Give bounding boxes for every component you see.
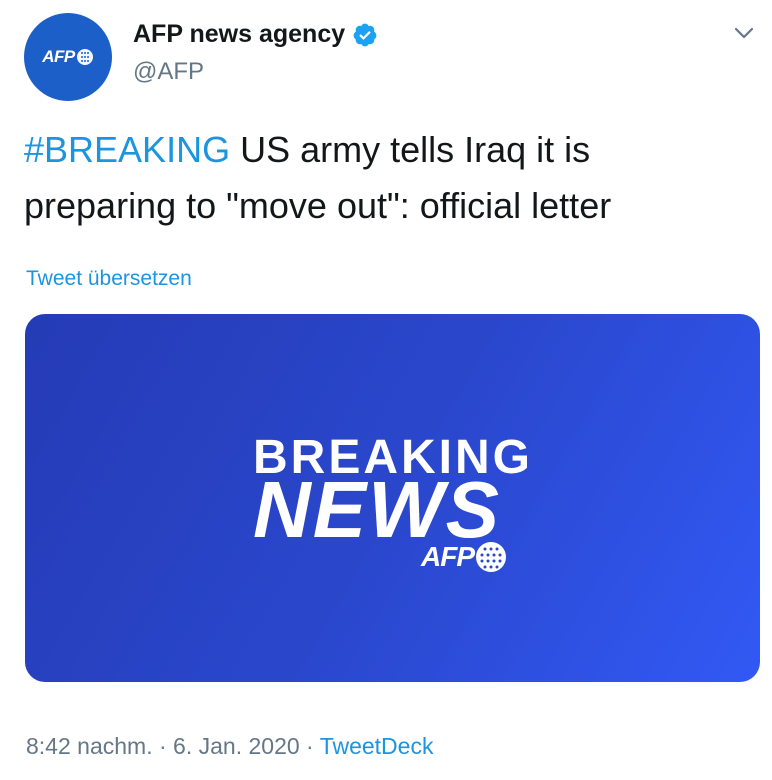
- avatar[interactable]: AFP: [24, 13, 112, 101]
- afp-globe-icon: [476, 542, 506, 572]
- author-name[interactable]: AFP news agency: [133, 20, 345, 49]
- verified-badge-icon: [352, 22, 378, 48]
- hashtag-link[interactable]: #BREAKING: [24, 129, 230, 170]
- breaking-news-graphic: BREAKING NEWS AFP: [25, 314, 760, 682]
- tweet-time[interactable]: 8:42 nachm.: [26, 733, 153, 759]
- translate-tweet-link[interactable]: Tweet übersetzen: [26, 267, 192, 291]
- meta-separator: ·: [299, 733, 320, 759]
- tweet-card: AFP AFP news agency @AFP #BREAKING US ar…: [0, 0, 772, 780]
- afp-globe-icon: [76, 49, 93, 65]
- avatar-logo-text: AFP: [42, 47, 75, 66]
- chevron-down-icon[interactable]: [730, 22, 758, 44]
- media-logo-text: AFP: [421, 541, 475, 572]
- author-handle[interactable]: @AFP: [133, 58, 204, 86]
- tweet-source-link[interactable]: TweetDeck: [320, 733, 434, 759]
- media-afp-logo: AFP: [421, 540, 508, 574]
- meta-separator: ·: [152, 733, 174, 759]
- media-line-news: NEWS: [253, 465, 501, 554]
- tweet-text: #BREAKING US army tells Iraq it is prepa…: [24, 122, 744, 234]
- media-image[interactable]: BREAKING NEWS AFP: [25, 314, 760, 682]
- afp-logo: AFP: [42, 47, 94, 67]
- author-name-row[interactable]: AFP news agency: [133, 20, 378, 49]
- tweet-date[interactable]: 6. Jan. 2020: [173, 733, 300, 759]
- tweet-meta: 8:42 nachm. · 6. Jan. 2020 · TweetDeck: [26, 733, 433, 760]
